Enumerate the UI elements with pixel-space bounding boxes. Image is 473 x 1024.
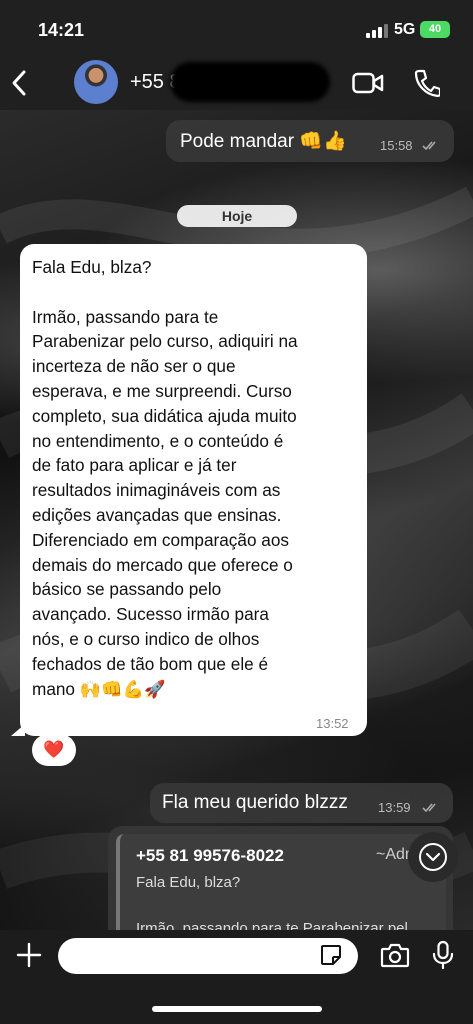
double-check-icon [422,141,436,151]
heart-reaction[interactable]: ❤️ [32,734,76,766]
double-check-icon [422,803,436,813]
network-label: 5G [394,21,416,38]
message-input[interactable] [58,938,358,974]
sticker-icon[interactable] [320,944,342,966]
status-time: 14:21 [38,20,85,40]
status-bar: 14:21 5G 40 [0,0,473,56]
quoted-text-line: Fala Edu, blza? [136,874,241,891]
message-bubble-outgoing[interactable]: Fla meu querido blzzz 13:59 [150,783,453,823]
redaction-overlay [170,62,330,102]
bubble-tail [11,724,25,736]
back-chevron-icon[interactable] [8,68,32,98]
message-time: 13:59 [378,800,411,815]
message-text: Pode mandar 👊👍 [180,131,347,152]
chat-header: +55 8 [0,56,473,110]
message-text: Fla meu querido blzzz [162,792,348,813]
signal-icon [366,24,388,38]
scroll-to-bottom-button[interactable] [408,832,458,882]
message-time: 15:58 [380,138,413,153]
message-bubble-outgoing[interactable]: Pode mandar 👊👍 15:58 [166,120,454,162]
contact-avatar[interactable] [74,60,118,104]
microphone-icon[interactable] [432,940,454,970]
quoted-message[interactable]: +55 81 99576-8022 ~Adr Fala Edu, blza? I… [116,834,446,934]
camera-icon[interactable] [380,942,410,968]
quoted-sender-name: ~Adr [376,846,411,863]
date-divider: Hoje [177,205,297,227]
video-camera-icon[interactable] [352,72,384,94]
battery-indicator: 40 [420,21,450,38]
message-time: 13:52 [316,716,349,731]
message-bubble-incoming[interactable]: Fala Edu, blza? Irmão, passando para te … [20,244,367,736]
quoted-sender: +55 81 99576-8022 [136,846,284,865]
message-input-bar [0,930,473,1024]
chevron-down-icon [419,843,447,871]
home-indicator [152,1006,322,1012]
phone-icon[interactable] [414,69,440,97]
reply-message-bubble[interactable]: +55 81 99576-8022 ~Adr Fala Edu, blza? I… [108,826,453,934]
message-text: Fala Edu, blza? Irmão, passando para te … [32,257,298,699]
plus-icon[interactable] [16,942,42,968]
